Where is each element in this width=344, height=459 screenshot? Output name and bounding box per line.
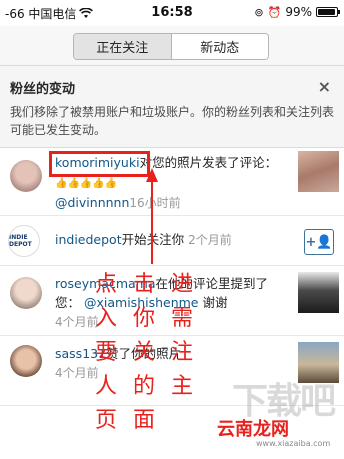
- annotation-char: 击: [132, 272, 155, 297]
- photo-thumbnail[interactable]: [298, 151, 339, 192]
- watermark-url: www.xiazaiba.com: [256, 439, 331, 448]
- status-bar: -66 中国电信 16:58 ⊚ ⏰ 99%: [0, 0, 344, 26]
- watermark-brand: 云南龙网: [217, 419, 289, 440]
- notice-body: 我们移除了被禁用账户和垃圾账户。你的粉丝列表和关注列表可能已发生变动。: [10, 105, 335, 137]
- rotation-lock-icon: ⊚: [254, 5, 264, 19]
- segmented-control: 正在关注 新动态: [73, 33, 269, 60]
- close-icon[interactable]: ×: [318, 77, 331, 96]
- annotation-char: 进: [170, 272, 193, 297]
- annotation-char: 入: [94, 306, 117, 331]
- avatar[interactable]: [10, 277, 42, 309]
- status-right: ⊚ ⏰ 99%: [254, 5, 340, 19]
- annotation-column: 进 需 注 主: [169, 268, 195, 404]
- annotation-char: 人: [94, 374, 117, 399]
- avatar[interactable]: [10, 345, 42, 377]
- indiedepot-logo: INDIE DEPOT: [9, 234, 32, 248]
- photo-thumbnail[interactable]: [298, 272, 339, 313]
- comment-emoji: 👍👍👍👍👍: [55, 178, 118, 189]
- annotation-arrow-icon: [146, 168, 158, 264]
- annotation-column: 击 你 关 的 面: [131, 268, 157, 438]
- tab-news[interactable]: 新动态: [171, 34, 268, 59]
- username-link[interactable]: indiedepot: [55, 232, 122, 247]
- annotation-char: 关: [132, 340, 155, 365]
- alarm-icon: ⏰: [267, 5, 282, 19]
- timestamp: 2个月前: [188, 233, 232, 247]
- annotation-char: 你: [132, 306, 155, 331]
- annotation-column: 点 入 要 人 页: [93, 268, 119, 438]
- annotation-highlight-box: [49, 151, 150, 177]
- annotation-char: 面: [132, 408, 155, 433]
- annotation-char: 主: [170, 374, 193, 399]
- annotation-char: 点: [94, 272, 117, 297]
- tabs-bar: 正在关注 新动态: [0, 26, 344, 66]
- extra-text: 谢谢: [202, 295, 228, 310]
- notice-title: 粉丝的变动: [10, 82, 76, 97]
- list-item[interactable]: INDIE DEPOT indiedepot开始关注你 2个月前 +👤: [0, 216, 344, 266]
- avatar[interactable]: INDIE DEPOT: [8, 225, 40, 257]
- row-text: indiedepot开始关注你 2个月前: [55, 230, 285, 250]
- avatar[interactable]: [10, 160, 42, 192]
- annotation-char: 注: [170, 340, 193, 365]
- battery-label: 99%: [285, 5, 312, 19]
- battery-icon: [316, 7, 340, 17]
- annotation-char: 的: [132, 374, 155, 399]
- action-text: 对您的照片发表了评论：: [139, 155, 278, 170]
- annotation-char: 要: [94, 340, 117, 365]
- follow-button[interactable]: +👤: [304, 229, 334, 255]
- annotation-char: 页: [94, 408, 117, 433]
- follower-change-notice: 粉丝的变动 × 我们移除了被禁用账户和垃圾账户。你的粉丝列表和关注列表可能已发生…: [0, 66, 344, 148]
- annotation-char: 需: [170, 306, 193, 331]
- tab-following[interactable]: 正在关注: [74, 34, 172, 59]
- mention-link[interactable]: @divinnnnn: [55, 195, 129, 210]
